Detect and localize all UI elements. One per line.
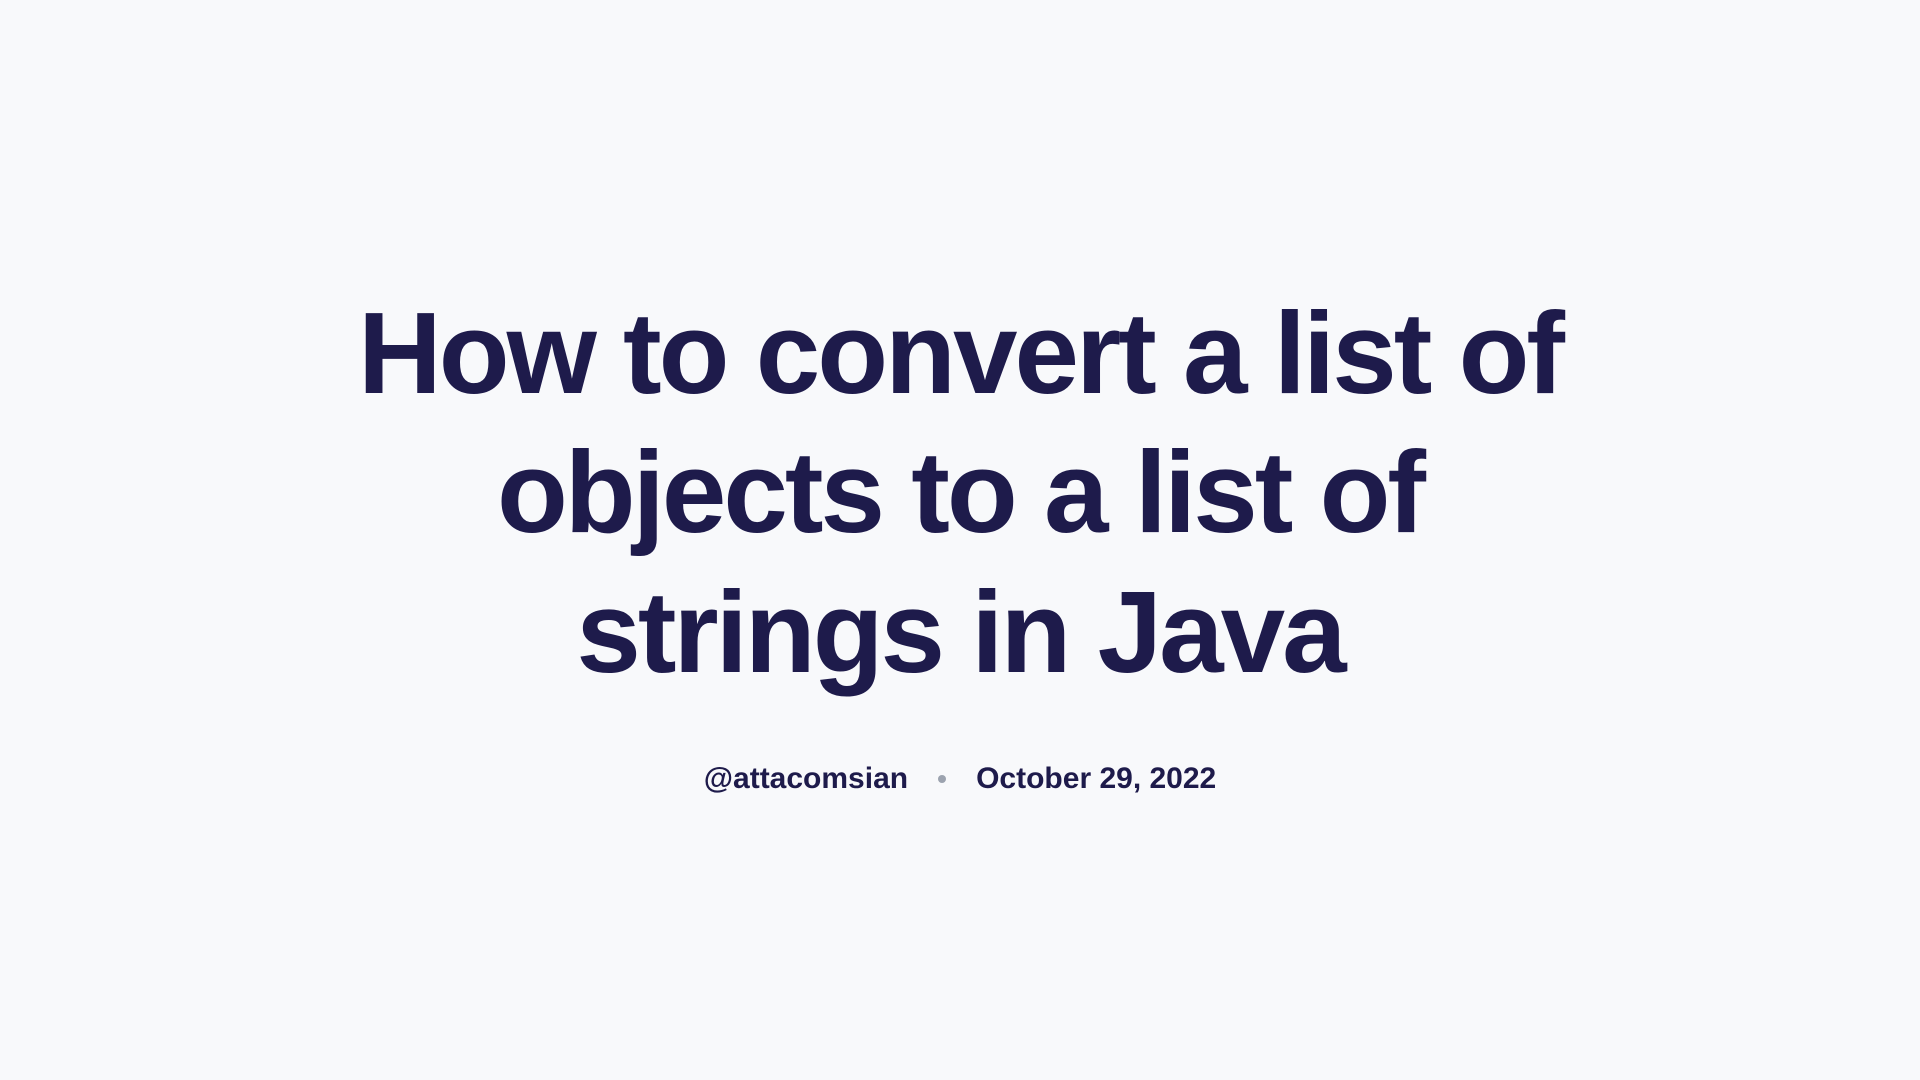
dot-separator-icon bbox=[938, 775, 946, 783]
author-handle[interactable]: @attacomsian bbox=[704, 762, 908, 796]
publish-date: October 29, 2022 bbox=[976, 762, 1216, 796]
article-meta: @attacomsian October 29, 2022 bbox=[350, 762, 1570, 796]
article-header: How to convert a list of objects to a li… bbox=[310, 284, 1610, 796]
article-title: How to convert a list of objects to a li… bbox=[350, 284, 1570, 702]
